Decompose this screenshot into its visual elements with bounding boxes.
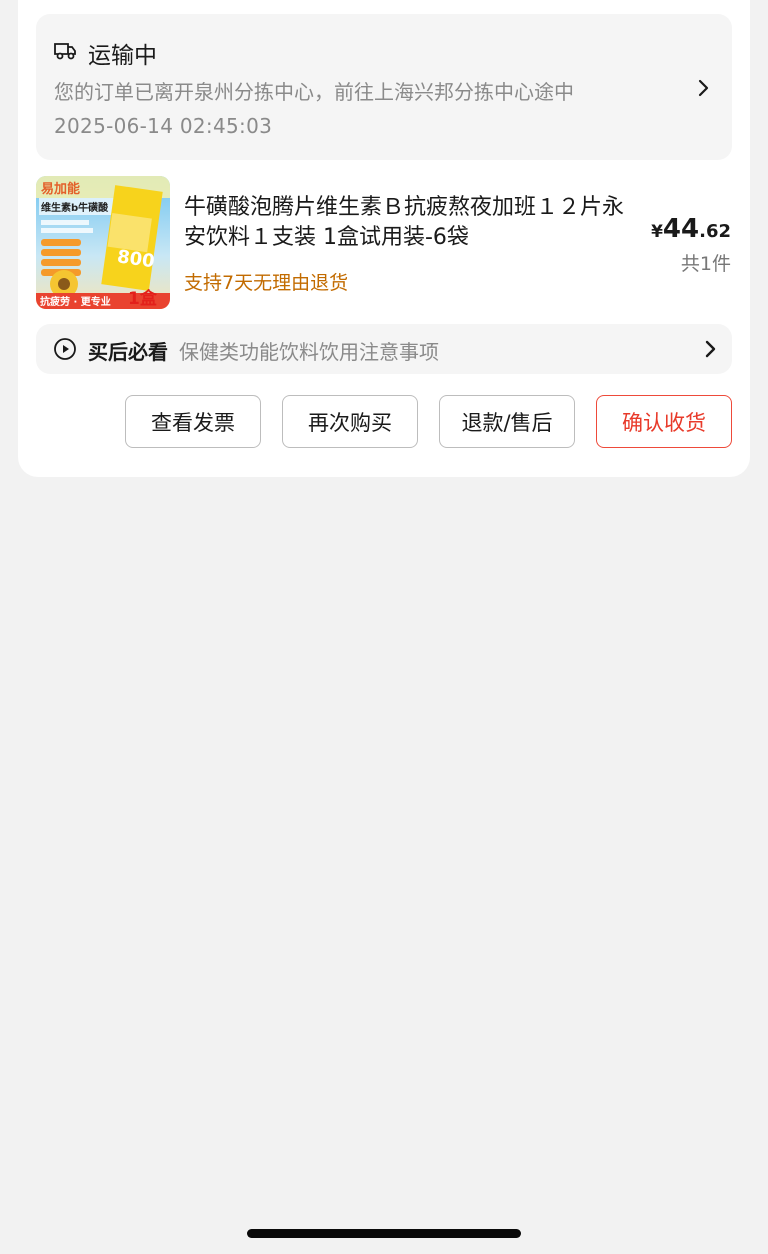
product-image[interactable]: 易加能 维生素b牛磺酸 800 抗疲劳 · 更专业 1盒 xyxy=(36,176,170,309)
price-decimal: .62 xyxy=(699,221,731,242)
product-quantity: 共1件 xyxy=(680,253,731,275)
image-line1: 维生素b牛磺酸 xyxy=(41,201,109,214)
refund-aftersale-button[interactable]: 退款/售后 xyxy=(439,395,575,448)
image-bottom-tag: 抗疲劳 · 更专业 xyxy=(40,295,111,308)
product-price: ¥44.62 xyxy=(651,214,731,244)
view-invoice-button[interactable]: 查看发票 xyxy=(125,395,261,448)
play-circle-icon xyxy=(54,338,76,360)
product-title[interactable]: 牛磺酸泡腾片维生素Ｂ抗疲熬夜加班１２片永安饮料１支装 1盒试用装-6袋 xyxy=(184,193,644,253)
image-brand: 易加能 xyxy=(41,181,80,197)
image-box: 1盒 xyxy=(128,288,158,309)
price-currency: ¥ xyxy=(651,222,663,242)
logistics-status: 运输中 xyxy=(88,43,157,69)
confirm-receipt-button[interactable]: 确认收货 xyxy=(596,395,732,448)
chevron-right-icon[interactable] xyxy=(703,339,717,359)
logistics-time: 2025-06-14 02:45:03 xyxy=(54,114,273,138)
guide-description: 保健类功能饮料饮用注意事项 xyxy=(179,340,439,364)
guide-title: 买后必看 xyxy=(88,340,168,364)
home-indicator[interactable] xyxy=(247,1229,521,1238)
logistics-description: 您的订单已离开泉州分拣中心，前往上海兴邦分拣中心途中 xyxy=(54,80,574,104)
rebuy-button[interactable]: 再次购买 xyxy=(282,395,418,448)
chevron-right-icon[interactable] xyxy=(695,78,711,98)
truck-icon xyxy=(54,43,76,60)
return-policy-tag: 支持7天无理由退货 xyxy=(184,272,349,294)
price-integer: 44 xyxy=(662,214,700,244)
